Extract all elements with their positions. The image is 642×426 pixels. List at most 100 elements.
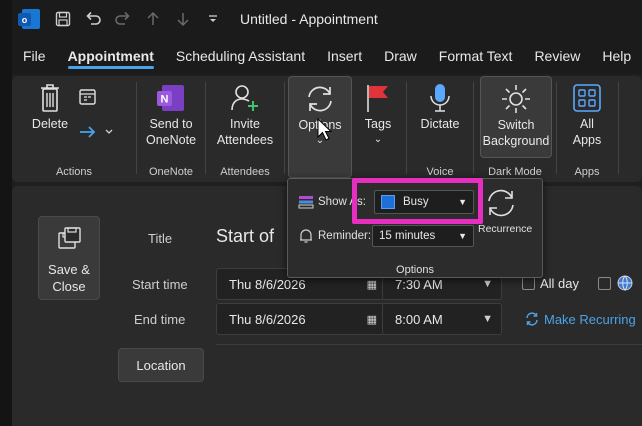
attendees-group-label: Attendees [220, 166, 270, 178]
save-close-button[interactable]: Save & Close [38, 216, 100, 300]
recurring-icon [526, 312, 538, 326]
left-window-edge [0, 0, 12, 426]
timezone-checkbox[interactable] [598, 277, 611, 290]
menu-help[interactable]: Help [591, 38, 642, 74]
title-bar: o Untitled - Appointment [12, 0, 642, 38]
divider [216, 344, 642, 345]
calendar-forward-icon[interactable] [78, 88, 98, 109]
invite-label-1: Invite [230, 117, 260, 131]
end-time-value: 8:00 AM [395, 311, 443, 327]
start-time-label: Start time [132, 277, 188, 292]
onenote-group-label: OneNote [148, 166, 194, 178]
calendar-icon[interactable]: ▦ [367, 313, 377, 326]
menu-review[interactable]: Review [523, 38, 591, 74]
customize-toolbar-icon[interactable] [200, 6, 226, 32]
all-apps-label-1: All [580, 117, 594, 131]
send-to-onenote-label-1: Send to [149, 117, 193, 131]
globe-icon[interactable] [616, 274, 634, 295]
svg-text:N: N [161, 94, 169, 106]
ribbon-separator [284, 82, 285, 174]
recurrence-button[interactable] [484, 187, 518, 222]
switch-label-1: Switch [497, 118, 535, 132]
title-label: Title [148, 231, 173, 246]
invite-label-2: Attendees [216, 133, 274, 147]
make-recurring-link[interactable]: Make Recurring [524, 311, 636, 327]
recurrence-icon [488, 189, 514, 217]
save-close-label-2: Close [52, 279, 86, 294]
dictate-button[interactable]: Dictate [413, 80, 467, 132]
end-date-input[interactable]: Thu 8/6/2026 ▦ [216, 303, 386, 335]
switch-label-2: Background [482, 134, 550, 148]
all-day-label: All day [540, 276, 580, 291]
all-apps-label-2: Apps [572, 133, 602, 147]
make-recurring-label: Make Recurring [544, 311, 636, 327]
apps-grid-icon [572, 80, 602, 116]
ribbon-group-apps: All Apps Apps [557, 76, 617, 182]
flag-icon [364, 80, 392, 116]
end-date-value: Thu 8/6/2026 [229, 311, 306, 327]
delete-button[interactable]: Delete [28, 80, 72, 132]
dark-mode-group-label: Dark Mode [488, 166, 542, 178]
arrow-up-icon[interactable] [140, 6, 166, 32]
save-icon[interactable] [50, 6, 76, 32]
switch-background-content: Switch Background [481, 81, 551, 149]
send-to-onenote-button[interactable]: N Send to OneNote [141, 80, 201, 148]
menu-draw[interactable]: Draw [373, 38, 428, 74]
options-group-label: Options [396, 264, 434, 276]
recurrence-label: Recurrence [478, 223, 533, 235]
all-day-checkbox[interactable] [522, 277, 535, 290]
menu-bar: File Appointment Scheduling Assistant In… [12, 38, 642, 74]
calendar-icon[interactable]: ▦ [367, 278, 377, 291]
ribbon-group-dark-mode: Switch Background Dark Mode [474, 76, 556, 182]
save-close-label-1: Save & [48, 262, 90, 277]
start-date-value: Thu 8/6/2026 [229, 276, 306, 292]
window-title: Untitled - Appointment [240, 11, 378, 27]
switch-background-button[interactable]: Switch Background [480, 76, 552, 158]
reminder-value: 15 minutes [379, 230, 436, 242]
ribbon-group-attendees: Invite Attendees Attendees [206, 76, 284, 182]
ribbon-separator [618, 82, 619, 174]
microphone-icon [428, 80, 452, 116]
onenote-icon: N [156, 80, 186, 116]
all-apps-button[interactable]: All Apps [563, 80, 611, 148]
menu-appointment[interactable]: Appointment [57, 38, 165, 74]
menu-insert[interactable]: Insert [316, 38, 373, 74]
add-person-icon [229, 80, 261, 116]
mouse-cursor-icon [317, 117, 333, 145]
chevron-down-icon[interactable]: ▼ [482, 313, 493, 325]
delete-label: Delete [31, 117, 69, 131]
save-close-icon [56, 227, 82, 255]
trash-icon [38, 80, 62, 116]
tags-label: Tags [364, 117, 392, 131]
location-label: Location [136, 357, 186, 373]
end-time-input[interactable]: 8:00 AM ▼ [382, 303, 502, 335]
actions-group-label: Actions [55, 166, 93, 178]
menu-format-text[interactable]: Format Text [428, 38, 524, 74]
reminder-label: Reminder: [318, 230, 372, 242]
outlook-logo-icon: o [18, 9, 40, 29]
ribbon-group-onenote: N Send to OneNote OneNote [137, 76, 205, 182]
start-time-value: 7:30 AM [395, 276, 443, 292]
invite-attendees-button[interactable]: Invite Attendees [212, 80, 278, 148]
sun-icon [500, 81, 532, 117]
reminder-select[interactable]: 15 minutes ▼ [372, 225, 474, 247]
title-input[interactable]: Start of [208, 216, 298, 256]
send-to-onenote-label-2: OneNote [145, 133, 197, 147]
redo-icon[interactable] [110, 6, 136, 32]
location-button[interactable]: Location [118, 348, 204, 382]
chevron-down-icon[interactable]: ▼ [482, 278, 493, 290]
menu-file[interactable]: File [12, 38, 57, 74]
chevron-down-icon: ▼ [458, 231, 467, 241]
menu-scheduling-assistant[interactable]: Scheduling Assistant [165, 38, 316, 74]
annotation-highlight-box [352, 178, 483, 224]
dictate-label: Dictate [420, 117, 460, 131]
tags-button[interactable]: Tags ⌄ [356, 80, 400, 148]
ribbon-group-voice: Dictate Voice [407, 76, 473, 182]
undo-icon[interactable] [80, 6, 106, 32]
chevron-down-icon: ⌄ [373, 134, 383, 145]
arrow-down-icon[interactable] [170, 6, 196, 32]
forward-arrow-icon[interactable] [78, 124, 116, 143]
sync-icon [303, 81, 337, 117]
title-value: Start of [216, 225, 275, 246]
show-as-icon [298, 195, 314, 212]
